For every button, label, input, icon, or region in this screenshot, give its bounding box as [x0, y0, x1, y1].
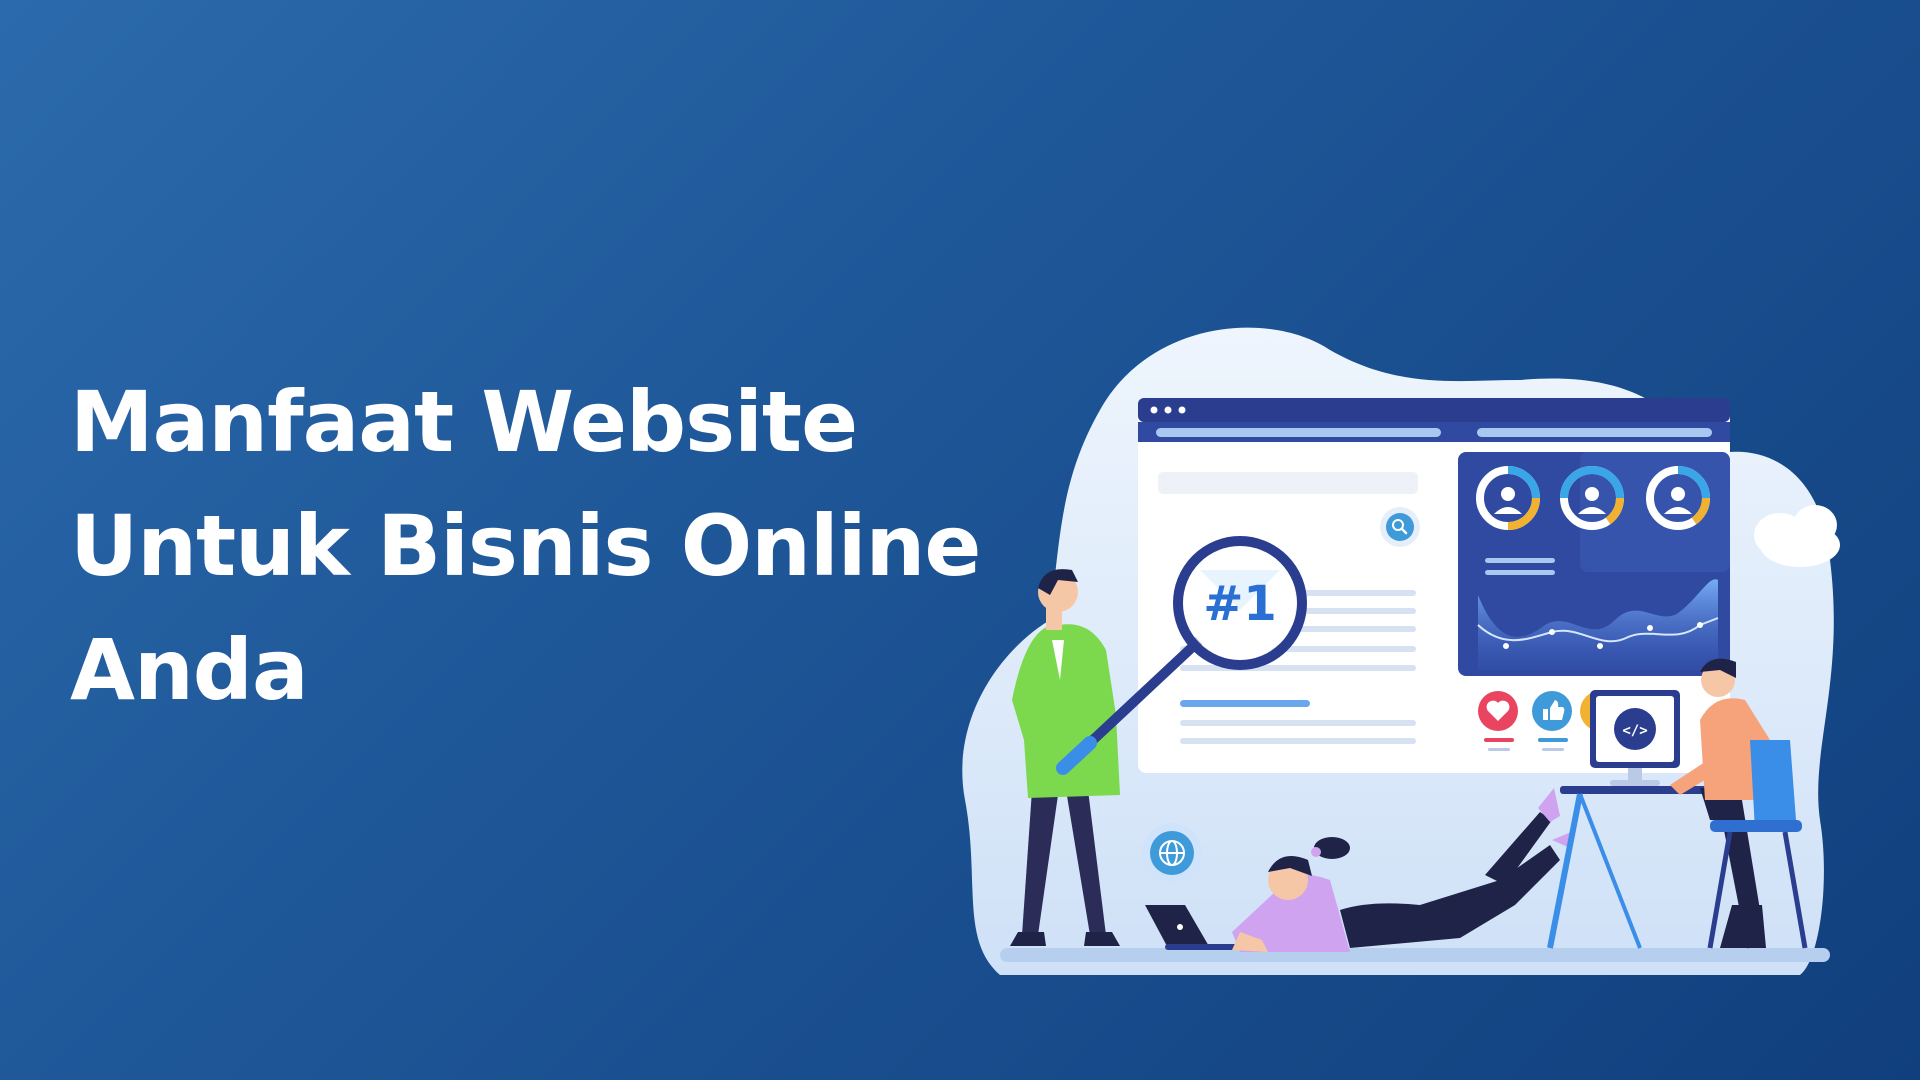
page-title: Manfaat Website Untuk Bisnis Online Anda	[70, 360, 981, 732]
title-line-3: Anda	[70, 621, 309, 719]
title-line-1: Manfaat Website	[70, 373, 858, 471]
rank-label: #1	[1203, 576, 1277, 632]
website-illustration: #1 </>	[962, 327, 1840, 975]
search-icon	[1380, 507, 1420, 547]
floor	[1000, 948, 1830, 962]
title-line-2: Untuk Bisnis Online	[70, 497, 981, 595]
code-icon: </>	[1622, 723, 1647, 739]
globe-icon	[1142, 823, 1202, 883]
